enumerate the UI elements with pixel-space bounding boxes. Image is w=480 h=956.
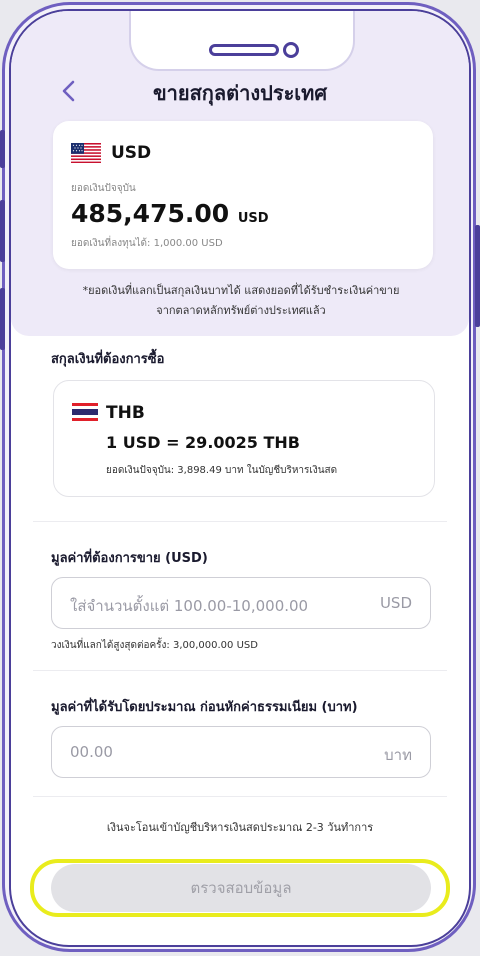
source-currency-card: USD ยอดเงินปัจจุบัน 485,475.00 USD ยอดเง…: [53, 121, 433, 269]
balance-amount: 485,475.00 USD: [71, 199, 269, 228]
thb-balance: ยอดเงินปัจจุบัน: 3,898.49 บาท ในบัญชีบริ…: [106, 465, 338, 476]
divider: [33, 670, 447, 671]
side-button: [0, 200, 5, 262]
divider: [33, 521, 447, 522]
phone-screen: ขายสกุลต่างประเทศ USD ยอดเงินปัจจุบัน 48…: [9, 9, 471, 947]
verify-button[interactable]: ตรวจสอบข้อมูล: [51, 864, 431, 912]
source-currency-code: USD: [111, 143, 152, 163]
receive-amount-placeholder: 00.00: [70, 743, 113, 761]
receive-amount-suffix: บาท: [384, 746, 412, 764]
receive-amount-input: 00.00 บาท: [51, 726, 431, 778]
sell-amount-input[interactable]: ใส่จำนวนตั้งแต่ 100.00-10,000.00 USD: [51, 577, 431, 629]
sell-amount-label: มูลค่าที่ต้องการขาย (USD): [51, 551, 208, 566]
transfer-note: เงินจะโอนเข้าบัญชีบริหารเงินสดประมาณ 2-3…: [106, 821, 374, 834]
exchange-rate: 1 USD = 29.0025 THB: [106, 433, 300, 452]
investable-amount: ยอดเงินที่ลงทุนได้: 1,000.00 USD: [71, 238, 223, 249]
sell-limit-hint: วงเงินที่แลกได้สูงสุดต่อครั้ง: 3,00,000.…: [51, 640, 258, 651]
balance-value: 485,475.00: [71, 199, 230, 228]
side-button: [0, 130, 5, 168]
note-line: *ยอดเงินที่แลกเป็นสกุลเงินบาทได้ แสดงยอด…: [82, 284, 400, 297]
speaker-icon: [209, 44, 279, 56]
sell-amount-suffix: USD: [379, 594, 412, 612]
receive-amount-label: มูลค่าที่ได้รับโดยประมาณ ก่อนหักค่าธรรมเ…: [51, 700, 358, 715]
us-flag-icon: [71, 143, 101, 163]
divider: [33, 796, 447, 797]
target-currency-card[interactable]: THB 1 USD = 29.0025 THB ยอดเงินปัจจุบัน:…: [53, 380, 435, 497]
side-button: [475, 225, 480, 327]
note-line: จากตลาดหลักทรัพย์ต่างประเทศแล้ว: [156, 304, 326, 317]
balance-label: ยอดเงินปัจจุบัน: [71, 183, 136, 194]
notch: [129, 11, 355, 71]
side-button: [0, 288, 5, 350]
target-currency-code: THB: [106, 403, 145, 423]
exchange-note: *ยอดเงินที่แลกเป็นสกุลเงินบาทได้ แสดงยอด…: [66, 281, 416, 321]
sell-amount-placeholder: ใส่จำนวนตั้งแต่ 100.00-10,000.00: [70, 597, 309, 615]
camera-icon: [283, 42, 299, 58]
target-section-label: สกุลเงินที่ต้องการซื้อ: [51, 352, 165, 367]
balance-unit: USD: [237, 211, 269, 226]
page-title: ขายสกุลต่างประเทศ: [152, 81, 328, 105]
thai-flag-icon: [72, 403, 98, 421]
